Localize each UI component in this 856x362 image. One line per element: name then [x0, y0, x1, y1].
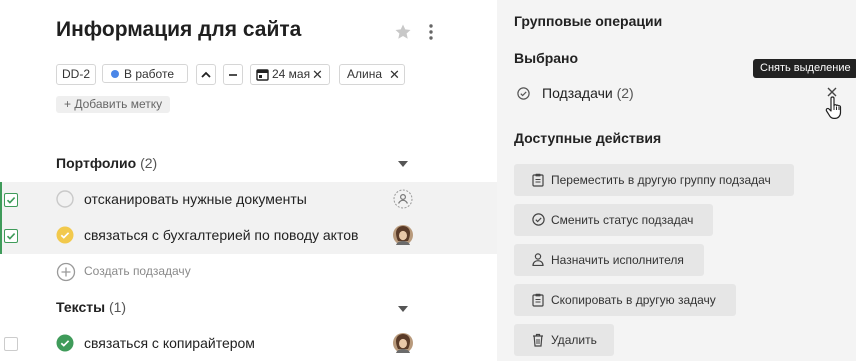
avatar[interactable] [393, 225, 413, 245]
check-circle-icon [517, 87, 530, 100]
subtask-row[interactable]: связаться с копирайтером [0, 326, 497, 362]
close-icon[interactable]: ✕ [312, 65, 323, 84]
assign-user-icon[interactable] [393, 189, 413, 209]
panel-title: Групповые операции [514, 13, 663, 29]
group-operations-panel: Групповые операции Выбрано Подзадачи (2)… [497, 0, 856, 361]
change-status-button[interactable]: Сменить статус подзадач [514, 204, 713, 236]
group-name: Портфолио [56, 155, 137, 171]
create-subtask-button[interactable]: Создать подзадачу [56, 262, 191, 282]
close-icon[interactable]: ✕ [389, 65, 400, 84]
selected-subtasks: Подзадачи (2) [517, 84, 837, 104]
move-to-group-button[interactable]: Переместить в другую группу подзадач [514, 164, 794, 196]
action-label: Удалить [551, 333, 597, 347]
action-label: Переместить в другую группу подзадач [551, 173, 771, 187]
action-label: Сменить статус подзадач [551, 213, 694, 227]
group-header-texts[interactable]: Тексты (1) [56, 299, 126, 315]
selected-item-label: Подзадачи [542, 85, 613, 101]
subtask-text[interactable]: отсканировать нужные документы [84, 191, 307, 207]
status-chip[interactable]: В работе [102, 64, 188, 83]
deselect-tooltip: Снять выделение [753, 59, 856, 78]
dash-icon [229, 74, 237, 76]
checkbox-checked-icon[interactable] [4, 193, 18, 207]
person-icon [532, 253, 544, 266]
subtask-row[interactable]: связаться с бухгалтерией по поводу актов [0, 218, 497, 254]
action-label: Назначить исполнителя [551, 253, 684, 267]
avatar[interactable] [393, 333, 413, 353]
check-circle-icon [532, 213, 545, 226]
task-title[interactable]: Информация для сайта [56, 18, 301, 42]
priority-up-chip[interactable] [196, 64, 216, 85]
clipboard-icon [532, 173, 544, 187]
due-date: 24 мая [272, 67, 311, 81]
checkbox-checked-icon[interactable] [4, 229, 18, 243]
calendar-icon [256, 69, 269, 81]
collapse-caret-icon[interactable] [398, 306, 408, 312]
priority-dash-chip[interactable] [223, 64, 243, 85]
group-header-portfolio[interactable]: Портфолио (2) [56, 155, 157, 171]
action-label: Скопировать в другую задачу [551, 293, 716, 307]
copy-to-task-button[interactable]: Скопировать в другую задачу [514, 284, 736, 316]
assignee-name: Алина [347, 67, 383, 81]
selected-heading: Выбрано [514, 50, 579, 66]
add-label-button[interactable]: + Добавить метку [56, 96, 171, 113]
subtask-row[interactable]: отсканировать нужные документы [0, 182, 497, 218]
task-id: DD-2 [61, 67, 90, 81]
delete-button[interactable]: Удалить [514, 324, 614, 356]
group-count: (2) [140, 155, 158, 171]
clipboard-icon [532, 293, 544, 307]
subtask-text[interactable]: связаться с бухгалтерией по поводу актов [84, 227, 358, 243]
status-in-progress-icon[interactable] [56, 226, 74, 244]
chevron-up-icon [201, 71, 211, 78]
group-count: (1) [108, 299, 127, 315]
create-subtask-label: Создать подзадачу [84, 264, 191, 278]
actions-heading: Доступные действия [514, 130, 662, 146]
selected-item-count: (2) [616, 85, 634, 101]
plus-circle-icon [56, 262, 76, 282]
group-name: Тексты [56, 299, 106, 315]
trash-icon [533, 333, 543, 347]
subtask-text[interactable]: связаться с копирайтером [84, 335, 255, 351]
task-pane: Информация для сайта DD-2 В работе 24 ма… [0, 0, 497, 361]
status-empty-icon[interactable] [56, 190, 74, 208]
status-label: В работе [124, 67, 175, 81]
due-date-chip[interactable]: 24 мая ✕ [250, 64, 330, 85]
status-dot [111, 70, 119, 78]
status-done-icon[interactable] [56, 334, 74, 352]
selection-bar [0, 182, 2, 218]
collapse-caret-icon[interactable] [398, 161, 408, 167]
selection-bar [0, 218, 2, 254]
hand-cursor-icon [825, 96, 842, 119]
more-menu-icon[interactable] [424, 22, 438, 42]
assignee-chip[interactable]: Алина ✕ [339, 64, 405, 85]
task-id-chip[interactable]: DD-2 [56, 64, 96, 85]
checkbox-unchecked-icon[interactable] [4, 337, 18, 351]
star-icon[interactable] [394, 23, 412, 41]
assign-executor-button[interactable]: Назначить исполнителя [514, 244, 704, 276]
